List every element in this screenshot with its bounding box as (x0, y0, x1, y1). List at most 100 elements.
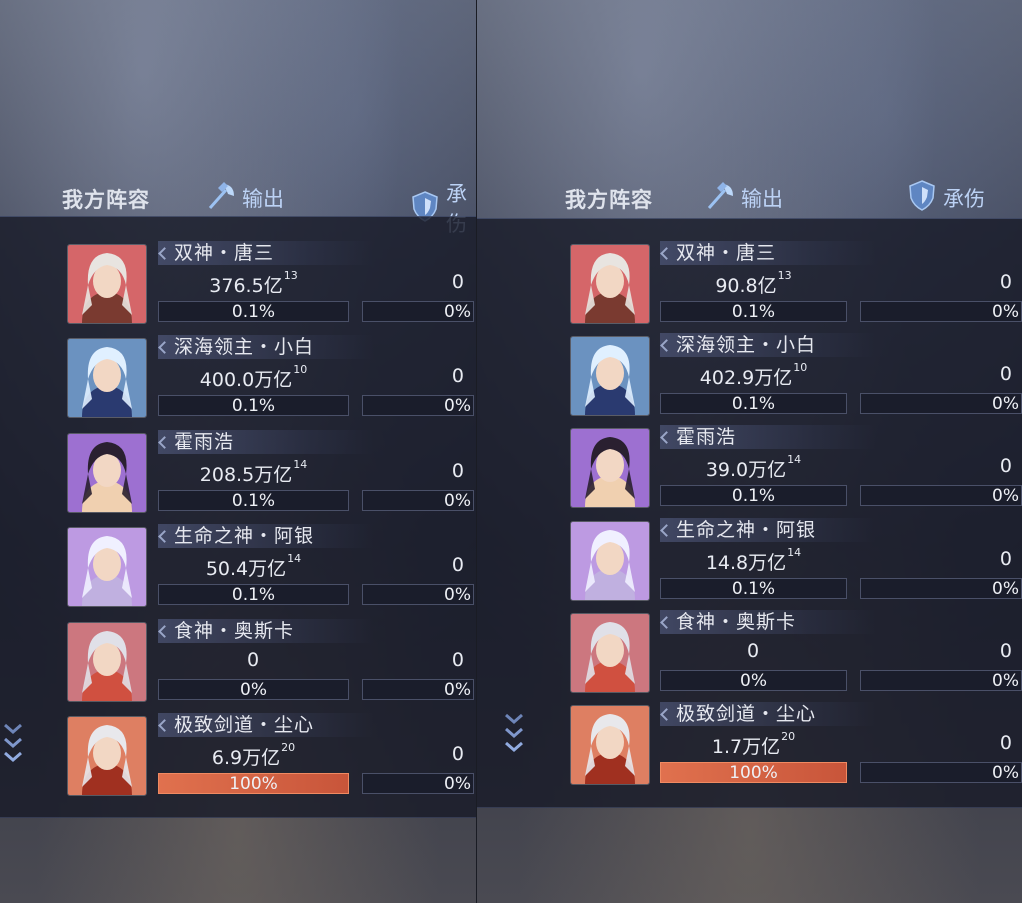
hero-name: 霍雨浩 (158, 429, 374, 454)
damage-share-bar: 0.1% (158, 395, 349, 417)
damage-taken-value: 0 (999, 639, 1012, 662)
hero-name: 食神・奥斯卡 (158, 618, 374, 643)
damage-output-value: 0 (158, 649, 349, 671)
damage-output-amount: 0 (246, 648, 260, 671)
hero-stat-row[interactable]: 极致剑道・尘心 1.7万亿20 100% 0 0% (477, 702, 1022, 791)
damage-taken-value: 0 (999, 732, 1012, 754)
hero-portrait[interactable] (67, 527, 147, 608)
tab-output[interactable]: 输出 (204, 178, 284, 217)
damage-taken-value: 0 (451, 459, 464, 482)
damage-output-exponent: 20 (281, 741, 296, 754)
damage-taken-value: 0 (999, 271, 1012, 293)
hero-portrait[interactable] (570, 612, 650, 693)
hero-portrait[interactable] (570, 244, 650, 324)
damage-taken-value: 0 (999, 547, 1012, 570)
damage-share-bar: 0.1% (660, 577, 847, 599)
damage-taken-share-bar: 0% (362, 678, 474, 700)
damage-output-exponent: 14 (293, 457, 308, 471)
hero-portrait[interactable] (67, 338, 147, 419)
damage-output-value: 14.8万亿14 (660, 545, 847, 575)
damage-taken-share-bar: 0% (860, 669, 1022, 691)
hero-portrait[interactable] (570, 428, 650, 509)
damage-output-amount: 0 (746, 639, 760, 662)
tab-output[interactable]: 输出 (703, 178, 783, 217)
header-row: 我方阵容 输出 承伤 (477, 174, 1022, 216)
damage-taken-share-bar: 0% (362, 489, 474, 511)
hero-stat-row[interactable]: 生命之神・阿银 50.4万亿14 0.1% 0 0% (0, 524, 476, 613)
damage-output-value: 402.9万亿10 (660, 361, 847, 390)
hero-portrait[interactable] (67, 716, 147, 796)
hero-stat-row[interactable]: 极致剑道・尘心 6.9万亿20 100% 0 0% (0, 713, 476, 802)
axe-icon (703, 178, 737, 217)
damage-taken-value: 0 (451, 271, 464, 293)
damage-output-exponent: 10 (793, 361, 808, 375)
hero-portrait[interactable] (570, 705, 650, 785)
damage-output-exponent: 13 (777, 269, 792, 282)
damage-output-exponent: 20 (781, 730, 796, 743)
lineup-title: 我方阵容 (565, 188, 653, 212)
hero-name: 食神・奥斯卡 (660, 609, 876, 634)
damage-output-amount: 39.0万亿 (705, 459, 787, 482)
damage-output-amount: 50.4万亿 (205, 558, 287, 581)
damage-output-value: 1.7万亿20 (660, 730, 847, 759)
damage-share-bar: 0% (660, 669, 847, 691)
hero-name: 双神・唐三 (660, 241, 876, 265)
hero-name: 深海领主・小白 (660, 333, 876, 358)
damage-taken-value: 0 (451, 648, 464, 671)
damage-taken-share-bar: 0% (362, 773, 474, 794)
damage-output-value: 50.4万亿14 (158, 552, 349, 581)
damage-output-amount: 208.5万亿 (199, 463, 293, 486)
damage-output-amount: 376.5亿 (209, 275, 283, 297)
hero-stat-row[interactable]: 深海领主・小白 400.0万亿10 0.1% 0 0% (0, 335, 476, 424)
tab-output-label: 输出 (242, 186, 284, 211)
hero-portrait[interactable] (67, 621, 147, 702)
hero-portrait[interactable] (67, 432, 147, 513)
damage-taken-share-bar: 0% (362, 584, 474, 606)
hero-stat-row[interactable]: 双神・唐三 90.8亿13 0.1% 0 0% (477, 241, 1022, 330)
damage-output-exponent: 13 (283, 269, 298, 282)
damage-taken-value: 0 (451, 554, 464, 577)
damage-output-value: 6.9万亿20 (158, 741, 349, 770)
damage-output-amount: 90.8亿 (715, 275, 777, 297)
damage-output-amount: 400.0万亿 (199, 369, 293, 392)
hero-stat-row[interactable]: 霍雨浩 39.0万亿14 0.1% 0 0% (477, 425, 1022, 514)
hero-portrait[interactable] (570, 520, 650, 601)
damage-taken-share-bar: 0% (362, 395, 474, 417)
hero-portrait[interactable] (570, 336, 650, 417)
hero-stat-row[interactable]: 食神・奥斯卡 0 0% 0 0% (0, 618, 476, 708)
damage-output-value: 90.8亿13 (660, 269, 847, 298)
damage-output-value: 39.0万亿14 (660, 453, 847, 482)
hero-stat-row[interactable]: 霍雨浩 208.5万亿14 0.1% 0 0% (0, 429, 476, 519)
hero-stat-row[interactable]: 生命之神・阿银 14.8万亿14 0.1% 0 0% (477, 517, 1022, 607)
damage-share-bar: 0% (158, 678, 349, 700)
hero-name: 生命之神・阿银 (158, 524, 374, 549)
hero-name: 极致剑道・尘心 (660, 702, 876, 726)
hero-stat-row[interactable]: 食神・奥斯卡 0 0% 0 0% (477, 609, 1022, 699)
damage-output-amount: 14.8万亿 (705, 551, 787, 574)
damage-share-bar: 100% (660, 762, 847, 783)
damage-share-bar: 0.1% (660, 485, 847, 507)
battle-stats-pane-right: 我方阵容 输出 承伤 双神・唐三 90.8亿13 0.1% 0 0% 深海领主・小白 402… (477, 0, 1022, 903)
damage-output-amount: 6.9万亿 (211, 747, 281, 769)
axe-icon (204, 178, 238, 217)
damage-output-exponent: 14 (287, 552, 302, 566)
hero-name: 生命之神・阿银 (660, 517, 876, 542)
hero-portrait[interactable] (67, 244, 147, 324)
tab-damage-taken[interactable]: 承伤 (905, 178, 985, 217)
shield-icon (905, 178, 939, 217)
damage-share-bar: 0.1% (158, 489, 349, 511)
damage-output-exponent: 14 (787, 453, 802, 467)
damage-taken-share-bar: 0% (362, 301, 474, 322)
hero-stat-row[interactable]: 深海领主・小白 402.9万亿10 0.1% 0 0% (477, 333, 1022, 422)
damage-taken-value: 0 (999, 363, 1012, 386)
damage-output-amount: 1.7万亿 (711, 736, 781, 758)
hero-stat-row[interactable]: 双神・唐三 376.5亿13 0.1% 0 0% (0, 241, 476, 330)
damage-taken-share-bar: 0% (860, 762, 1022, 783)
header-row: 我方阵容 输出 承伤 (0, 174, 476, 236)
damage-share-bar: 100% (158, 773, 349, 794)
damage-output-exponent: 14 (787, 545, 802, 559)
tab-damage-taken-label: 承伤 (943, 186, 985, 211)
damage-output-value: 400.0万亿10 (158, 363, 349, 392)
damage-share-bar: 0.1% (158, 584, 349, 606)
lineup-title: 我方阵容 (62, 188, 150, 212)
